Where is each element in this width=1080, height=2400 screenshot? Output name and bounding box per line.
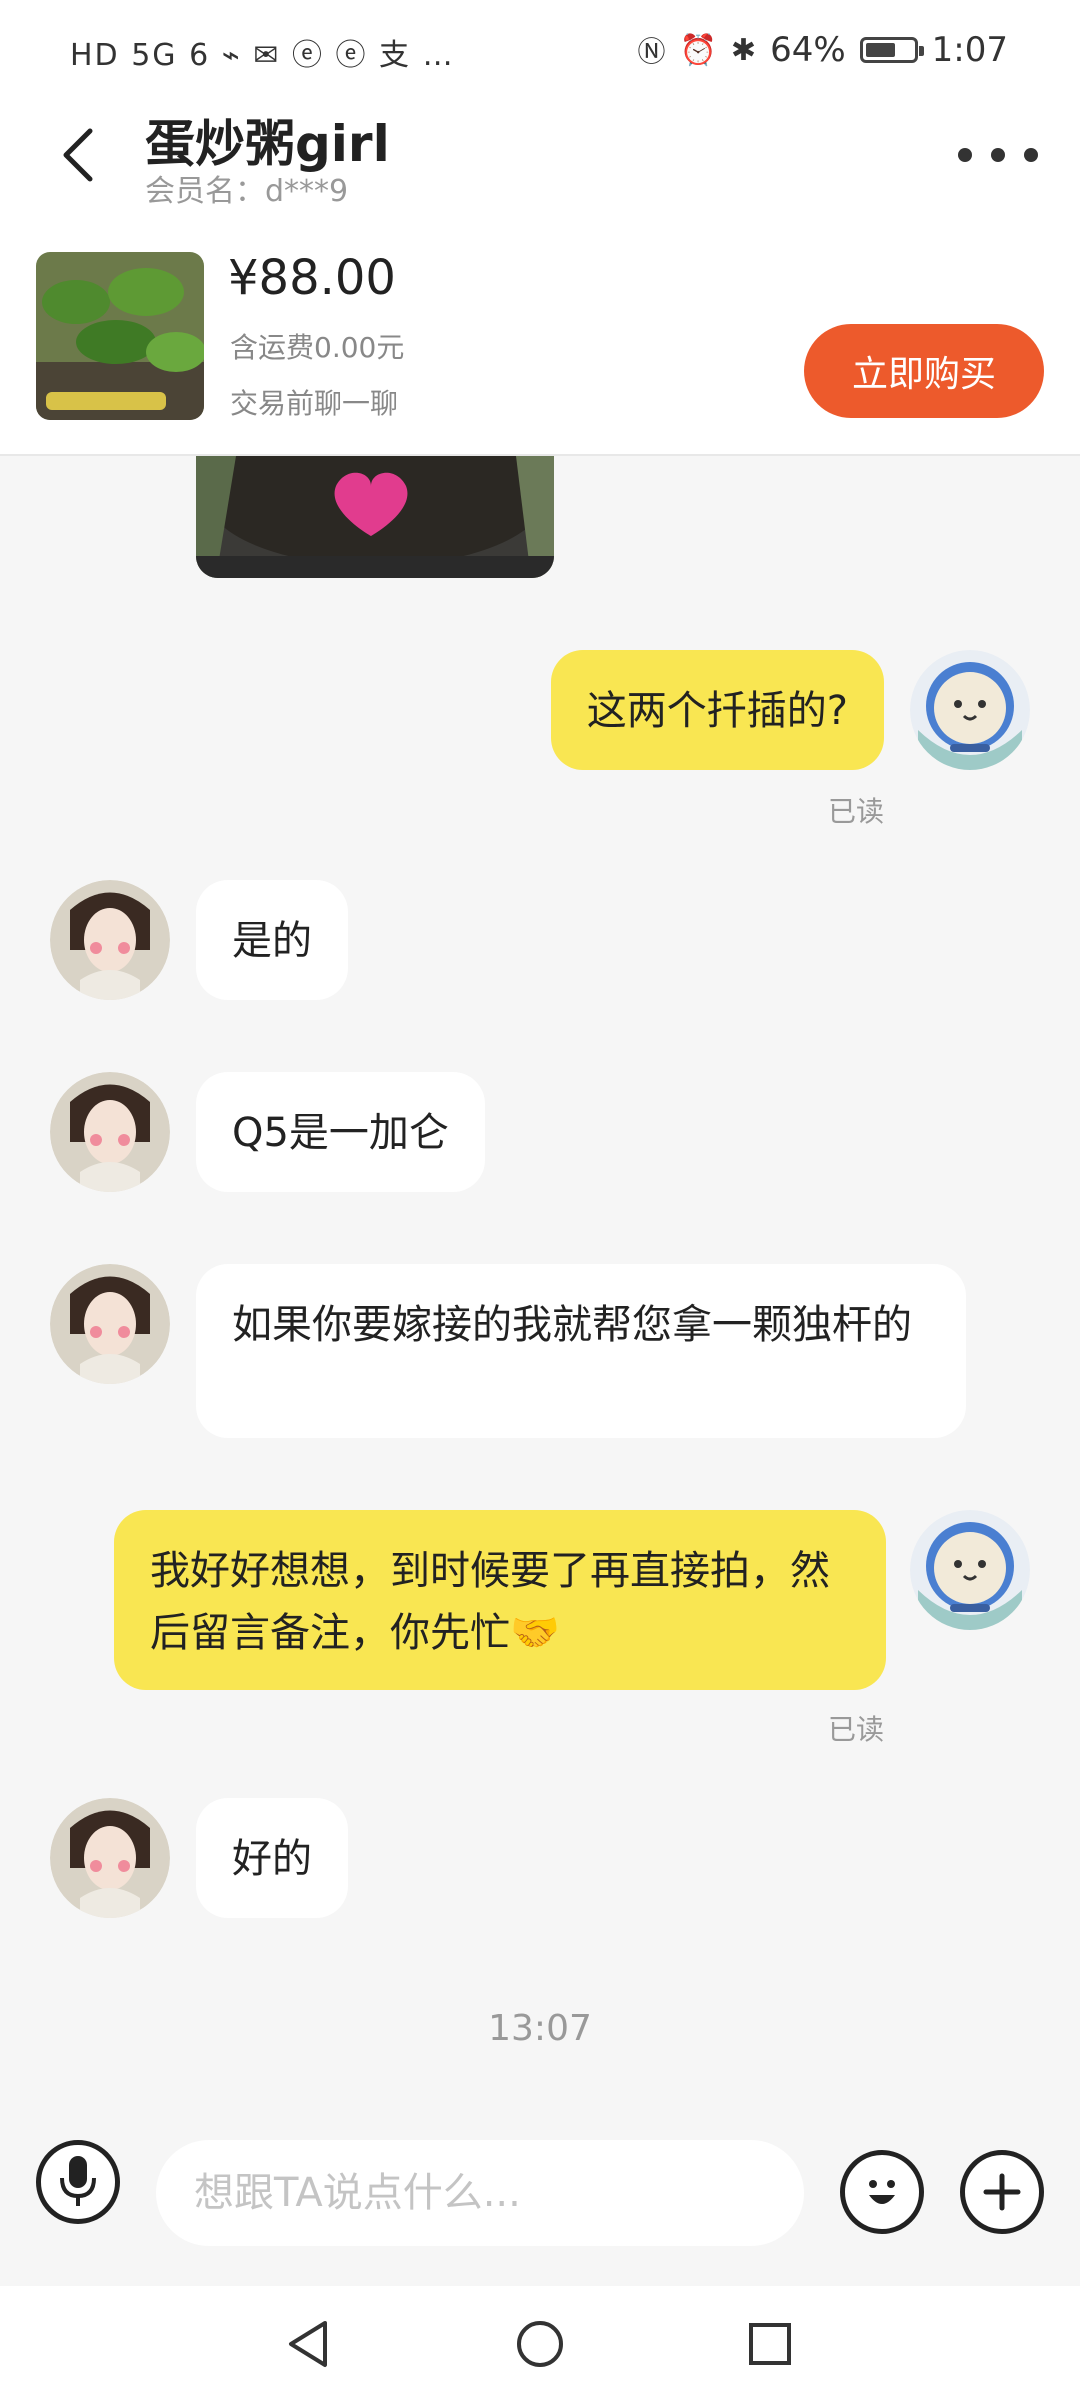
status-bar: HD 5G 6 ⌁ ✉ ⓔ ⓔ 支 … Ⓝ ⏰ ✱ 64% 1:07 <box>0 0 1080 100</box>
message-bubble-theirs[interactable]: 是的 <box>196 880 348 1000</box>
triangle-back-icon <box>289 2321 327 2367</box>
emoji-button[interactable] <box>840 2150 924 2234</box>
message-bubble-mine[interactable]: 这两个扦插的? <box>550 650 884 770</box>
battery-percent: 64% <box>770 30 846 70</box>
read-receipt: 已读 <box>828 1713 885 1746</box>
read-receipt: 已读 <box>828 795 885 828</box>
buy-now-button[interactable]: 立即购买 <box>804 324 1044 418</box>
square-recent-icon <box>749 2323 791 2365</box>
plus-icon <box>983 2173 1021 2211</box>
back-button[interactable] <box>48 120 108 190</box>
member-name: 会员名：d***9 <box>145 174 349 209</box>
alarm-icon: ⏰ <box>679 32 717 68</box>
nav-back-button[interactable] <box>278 2314 338 2374</box>
shipping-fee: 含运费0.00元 <box>230 331 405 364</box>
more-icon-dot <box>958 148 972 162</box>
message-bubble-theirs[interactable]: 好的 <box>196 1798 348 1918</box>
product-thumbnail[interactable] <box>36 252 204 420</box>
status-time: 1:07 <box>931 30 1008 70</box>
system-nav-bar <box>0 2286 1080 2400</box>
nfc-icon: Ⓝ <box>637 35 666 68</box>
my-avatar[interactable] <box>910 650 1030 770</box>
seller-avatar-photo <box>50 880 170 1000</box>
seller-avatar[interactable] <box>50 880 170 1000</box>
seller-avatar[interactable] <box>50 1072 170 1192</box>
message-timestamp: 13:07 <box>488 2008 592 2049</box>
more-button[interactable] <box>958 130 1038 180</box>
status-icons: HD 5G 6 ⌁ ✉ ⓔ ⓔ 支 … <box>70 38 455 73</box>
my-avatar[interactable] <box>910 1510 1030 1630</box>
cat-avatar-icon <box>910 650 1030 770</box>
battery-icon <box>859 37 924 63</box>
circle-home-icon <box>517 2321 563 2367</box>
chevron-left-icon <box>63 128 93 182</box>
cat-avatar-icon <box>910 1510 1030 1630</box>
seller-avatar[interactable] <box>50 1798 170 1918</box>
nav-home-button[interactable] <box>510 2314 570 2374</box>
plant-photo <box>36 252 204 420</box>
status-right: Ⓝ ⏰ ✱ 64% 1:07 <box>638 30 1008 70</box>
chat-header: 蛋炒粥girl 会员名：d***9 <box>0 100 1080 210</box>
battery-fill <box>865 43 896 57</box>
seller-avatar-photo <box>50 1072 170 1192</box>
seller-avatar-photo <box>50 1264 170 1384</box>
plus-button[interactable] <box>960 2150 1044 2234</box>
product-price: ¥88.00 <box>228 250 396 306</box>
emoji-icon <box>869 2180 895 2204</box>
seller-avatar[interactable] <box>50 1264 170 1384</box>
message-bubble-mine[interactable]: 我好好想想，到时候要了再直接拍，然后留言备注，你先忙🤝 <box>114 1510 886 1690</box>
nav-recent-button[interactable] <box>740 2314 800 2374</box>
message-bubble-theirs[interactable]: 如果你要嫁接的我就帮您拿一颗独杆的 <box>196 1264 966 1438</box>
voice-button[interactable] <box>36 2140 120 2224</box>
more-icon-dot <box>1024 148 1038 162</box>
chat-before-trade: 交易前聊一聊 <box>230 387 399 420</box>
microphone-icon <box>60 2156 96 2206</box>
plant-pot-photo <box>196 456 554 578</box>
input-bar <box>0 2140 1080 2286</box>
message-input[interactable] <box>156 2140 804 2246</box>
more-icon-dot <box>991 148 1005 162</box>
bluetooth-icon: ✱ <box>730 32 757 68</box>
image-message[interactable] <box>196 456 554 578</box>
seller-avatar-photo <box>50 1798 170 1918</box>
message-bubble-theirs[interactable]: Q5是一加仑 <box>196 1072 485 1192</box>
product-card[interactable]: ¥88.00 含运费0.00元 交易前聊一聊 立即购买 <box>0 210 1080 456</box>
